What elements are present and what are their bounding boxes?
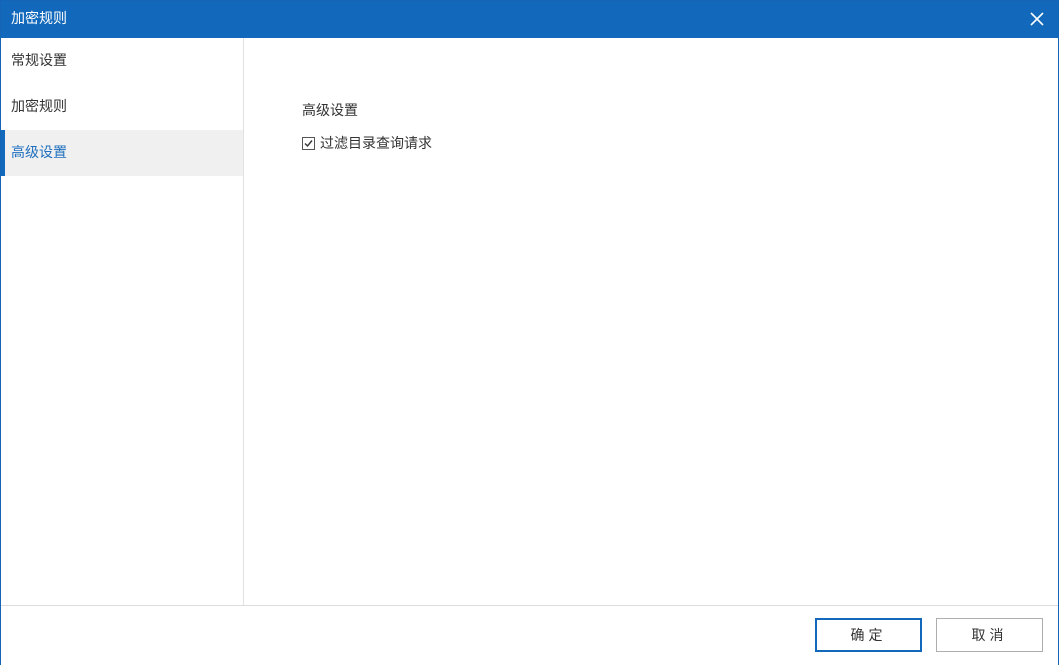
filter-directory-query-checkbox[interactable] <box>302 136 315 150</box>
dialog-window: 加密规则 常规设置 加密规则 高级设置 高级设置 过滤目录查询请求 确定 取消 <box>0 0 1059 665</box>
sidebar-item-label: 加密规则 <box>11 99 67 115</box>
sidebar-item-general[interactable]: 常规设置 <box>1 38 243 84</box>
checkbox-label: 过滤目录查询请求 <box>320 136 432 152</box>
checkmark-icon <box>304 139 313 147</box>
sidebar: 常规设置 加密规则 高级设置 <box>1 38 244 605</box>
ok-button[interactable]: 确定 <box>815 618 922 652</box>
close-icon <box>1030 12 1044 26</box>
sidebar-item-label: 常规设置 <box>11 53 67 69</box>
sidebar-item-label: 高级设置 <box>11 145 67 161</box>
dialog-footer: 确定 取消 <box>1 605 1058 665</box>
section-title: 高级设置 <box>302 103 358 119</box>
cancel-button[interactable]: 取消 <box>936 618 1043 652</box>
filter-directory-query-option[interactable]: 过滤目录查询请求 <box>302 133 432 153</box>
sidebar-item-advanced[interactable]: 高级设置 <box>1 130 243 176</box>
window-title: 加密规则 <box>11 11 67 27</box>
title-bar: 加密规则 <box>1 1 1058 38</box>
close-button[interactable] <box>1022 4 1052 34</box>
content-panel: 高级设置 过滤目录查询请求 <box>244 38 1058 605</box>
sidebar-item-encryption-rules[interactable]: 加密规则 <box>1 84 243 130</box>
